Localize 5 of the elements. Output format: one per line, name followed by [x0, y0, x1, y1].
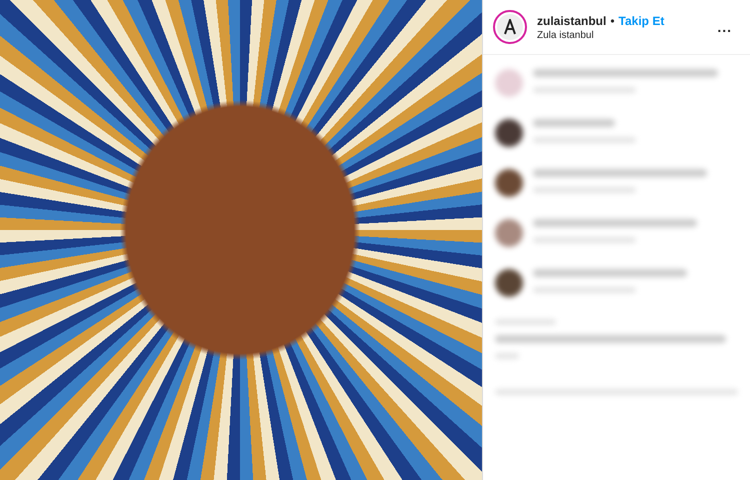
more-options-button[interactable]: ...: [715, 19, 734, 35]
avatar-icon[interactable]: [493, 10, 527, 44]
location-link[interactable]: Zula istanbul: [537, 30, 706, 40]
username[interactable]: zulaistanbul: [537, 14, 606, 28]
separator-dot: •: [610, 14, 615, 28]
